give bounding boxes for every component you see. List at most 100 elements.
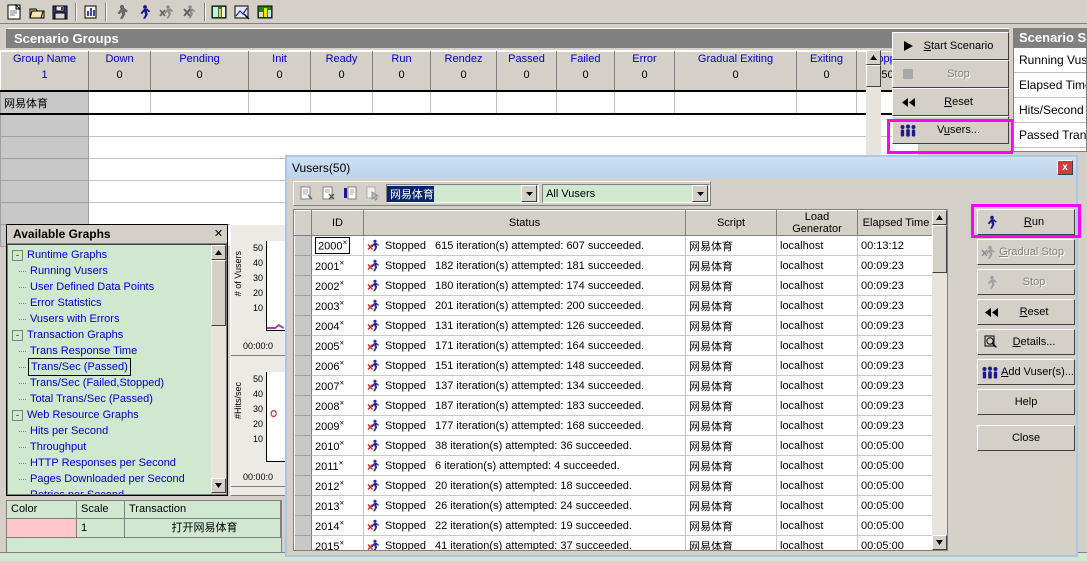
stop-scenario-button[interactable]: Stop [892,60,1009,88]
vusers-graph[interactable]: # of Vusers 50 40 30 20 10 00:00:0 [231,225,289,356]
col-script[interactable]: Script [685,210,777,236]
scrollbar-track[interactable] [932,273,947,535]
run-vuser-script-icon[interactable] [296,183,318,204]
row-handle[interactable] [294,355,312,376]
tree-node-throughput[interactable]: Throughput [10,439,226,455]
col-failed[interactable]: Failed 0 [556,51,615,92]
expander-icon[interactable]: - [12,249,23,261]
select-vuser-icon[interactable] [361,183,383,204]
add-vusers-button[interactable]: Add Vuser(s)... [977,359,1075,385]
scrollbar-thumb[interactable] [932,225,947,273]
table-row[interactable]: 2011× Stopped 6 iteration(s) attempted: 4 … [294,455,935,476]
col-down[interactable]: Down 0 [88,51,151,92]
row-handle[interactable] [294,455,312,476]
row-handle[interactable] [294,495,312,516]
table-row[interactable]: 2012× Stopped 20 iteration(s) attempted: 1… [294,475,935,496]
tree-node-hits-per-second[interactable]: Hits per Second [10,423,226,439]
col-rendez[interactable]: Rendez 0 [430,51,497,92]
col-id[interactable]: ID [311,210,364,236]
hits-graph[interactable]: #Hits/sec 50 40 30 20 10 00:00:0 [231,356,289,487]
new-scenario-icon[interactable] [3,1,25,22]
tree-node-total-trans-sec-passed[interactable]: Total Trans/Sec (Passed) [10,391,226,407]
row-handle[interactable] [294,235,312,256]
tree-node-web-resource-graphs[interactable]: - Web Resource Graphs [10,407,226,423]
table-row[interactable]: 2007× Stopped 137 iteration(s) attempted: … [294,375,935,396]
details-button[interactable]: Details... [977,329,1075,355]
scrollbar-thumb[interactable] [866,65,881,87]
col-init[interactable]: Init 0 [248,51,311,92]
tree-node-pages-downloaded-per-second[interactable]: Pages Downloaded per Second [10,471,226,487]
help-button[interactable]: Help [977,389,1075,415]
vusers-dialog-titlebar[interactable]: Vusers(50) x [287,157,1076,178]
row-handle[interactable] [294,335,312,356]
gradual-stop-icon[interactable] [155,1,177,22]
table-row[interactable]: 2006× Stopped 151 iteration(s) attempted: … [294,355,935,376]
copy-vuser-icon[interactable] [339,183,361,204]
table-row[interactable]: 2010× Stopped 38 iteration(s) attempted: 3… [294,435,935,456]
row-handle[interactable] [294,395,312,416]
table-row[interactable] [0,113,919,137]
scroll-down-arrow[interactable] [211,478,226,493]
tree-node-user-defined-data-points[interactable]: User Defined Data Points [10,279,226,295]
col-passed[interactable]: Passed 0 [496,51,557,92]
close-icon[interactable]: ✕ [212,228,225,241]
scroll-up-arrow[interactable] [866,50,881,65]
table-row[interactable]: 2008× Stopped 187 iteration(s) attempted: … [294,395,935,416]
close-button[interactable]: Close [977,425,1075,451]
col-exiting[interactable]: Exiting 0 [796,51,857,92]
scroll-up-arrow[interactable] [932,210,947,225]
row-handle[interactable] [294,255,312,276]
legend-col-color[interactable]: Color [7,501,77,518]
table-row[interactable]: 2003× Stopped 201 iteration(s) attempted: … [294,295,935,316]
tree-node-transaction-graphs[interactable]: - Transaction Graphs [10,327,226,343]
tree-node-runtime-graphs[interactable]: - Runtime Graphs [10,247,226,263]
table-row[interactable]: 2002× Stopped 180 iteration(s) attempted: … [294,275,935,296]
row-handle[interactable] [294,515,312,536]
open-scenario-icon[interactable] [26,1,48,22]
table-row[interactable]: 2013× Stopped 26 iteration(s) attempted: 2… [294,495,935,516]
col-elapsed-time[interactable]: Elapsed Time [857,210,935,236]
reset-scenario-button[interactable]: Reset [892,88,1009,116]
table-row[interactable]: 2015× Stopped 41 iteration(s) attempted: 3… [294,535,935,550]
row-handle[interactable] [294,535,312,550]
col-ready[interactable]: Ready 0 [310,51,373,92]
close-icon[interactable]: x [1057,160,1073,175]
scroll-down-arrow[interactable] [932,535,947,550]
table-row[interactable]: 2005× Stopped 171 iteration(s) attempted: … [294,335,935,356]
col-status[interactable]: Status [363,210,686,236]
vusers-grid-scrollbar[interactable] [932,210,947,550]
col-error[interactable]: Error 0 [614,51,675,92]
stop-icon[interactable] [178,1,200,22]
expander-icon[interactable]: - [12,409,23,421]
scrollbar-thumb[interactable] [211,260,226,326]
scrollbar-track[interactable] [211,326,226,478]
table-row[interactable]: 2004× Stopped 131 iteration(s) attempted: … [294,315,935,336]
legend-col-transaction[interactable]: Transaction [125,501,281,518]
tree-node-http-responses-per-second[interactable]: HTTP Responses per Second [10,455,226,471]
tree-node-running-vusers[interactable]: Running Vusers [10,263,226,279]
expander-icon[interactable]: - [12,329,23,341]
vuser-group-select[interactable]: 网易体育 [385,184,540,203]
tree-node-retries-per-second[interactable]: Retries per Second [10,487,226,494]
scroll-up-arrow[interactable] [211,245,226,260]
table-row[interactable]: 2014× Stopped 22 iteration(s) attempted: 1… [294,515,935,536]
start-scenario-icon[interactable] [109,1,131,22]
tree-node-trans-sec-passed[interactable]: Trans/Sec (Passed) [10,358,226,376]
run-view-icon[interactable] [254,1,276,22]
table-row[interactable]: 2009× Stopped 177 iteration(s) attempted: … [294,415,935,436]
run-vuser-icon[interactable] [132,1,154,22]
legend-row[interactable]: 1 打开网易体育 [7,519,281,538]
table-row[interactable]: 2001× Stopped 182 iteration(s) attempted: … [294,255,935,276]
col-pending[interactable]: Pending 0 [150,51,249,92]
col-load-generator[interactable]: Load Generator [776,210,858,236]
view-graph-icon[interactable] [208,1,230,22]
scenario-groups-icon[interactable] [79,1,101,22]
row-handle[interactable] [294,475,312,496]
scenario-group-row[interactable]: 网易体育 50 [0,90,919,115]
col-run[interactable]: Run 0 [372,51,431,92]
tree-node-trans-response-time[interactable]: Trans Response Time [10,343,226,359]
legend-col-scale[interactable]: Scale [77,501,125,518]
vuser-filter-select[interactable]: All Vusers [542,184,711,203]
start-scenario-button[interactable]: Start Scenario [892,32,1009,60]
tree-node-trans-sec-failed-stopped[interactable]: Trans/Sec (Failed,Stopped) [10,375,226,391]
